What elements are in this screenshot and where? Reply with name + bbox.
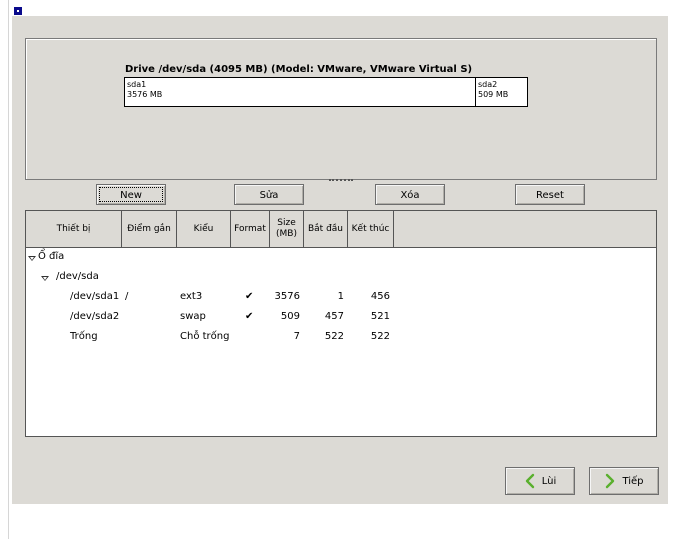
- cell-device: /dev/sda2: [70, 311, 120, 322]
- cell-start: 457: [324, 311, 344, 322]
- partition-panel: Drive /dev/sda (4095 MB) (Model: VMware,…: [12, 16, 668, 504]
- reset-button[interactable]: Reset: [515, 184, 585, 205]
- cell-device: /dev/sda1: [70, 291, 120, 302]
- chevron-left-icon: [525, 473, 534, 489]
- cell-device: Trống: [70, 331, 98, 342]
- drive-overview: [25, 38, 657, 180]
- new-button[interactable]: New: [96, 184, 166, 205]
- format-check-icon: ✔: [245, 311, 254, 322]
- expander-arrow-icon[interactable]: [28, 256, 36, 261]
- column-header-start[interactable]: Bắt đầu: [304, 211, 348, 247]
- column-header-size[interactable]: Size (MB): [270, 211, 304, 247]
- cell-mount: /: [125, 291, 129, 302]
- next-label: Tiếp: [622, 475, 644, 487]
- segment-name: sda1: [127, 80, 147, 89]
- expander-arrow-icon[interactable]: [41, 276, 49, 281]
- back-label: Lùi: [541, 475, 557, 487]
- column-header-format[interactable]: Format: [231, 211, 270, 247]
- cell-type: swap: [180, 311, 206, 322]
- tree-label: Ổ đĩa: [38, 251, 65, 262]
- column-header-type[interactable]: Kiểu: [177, 211, 231, 247]
- cell-end: 522: [370, 331, 390, 342]
- cell-size: 7: [293, 331, 300, 342]
- cell-size: 509: [280, 311, 300, 322]
- column-header-mount[interactable]: Điểm gắn: [122, 211, 177, 247]
- partition-segment-sda1[interactable]: sda1 3576 MB: [125, 78, 475, 106]
- cell-end: 456: [370, 291, 390, 302]
- cell-type: ext3: [180, 291, 203, 302]
- segment-size: 3576 MB: [127, 90, 163, 99]
- segment-name: sda2: [478, 80, 498, 89]
- cell-end: 521: [370, 311, 390, 322]
- table-row[interactable]: /dev/sda2 swap ✔ 509 457 521: [26, 308, 656, 328]
- partition-table[interactable]: Thiết bị Điểm gắn Kiểu Format Size (MB) …: [25, 210, 657, 437]
- pane-resize-handle[interactable]: [329, 179, 353, 184]
- drive-partition-bar: sda1 3576 MB sda2 509 MB: [124, 77, 528, 107]
- column-header-device[interactable]: Thiết bị: [26, 211, 122, 247]
- cell-size: 3576: [274, 291, 300, 302]
- format-check-icon: ✔: [245, 291, 254, 302]
- window-menu-icon[interactable]: [14, 7, 22, 15]
- next-button[interactable]: Tiếp: [589, 467, 659, 495]
- window-left-border: [8, 0, 9, 539]
- cell-start: 1: [337, 291, 344, 302]
- column-header-end[interactable]: Kết thúc: [348, 211, 394, 247]
- drive-title: Drive /dev/sda (4095 MB) (Model: VMware,…: [125, 64, 473, 75]
- segment-size: 509 MB: [478, 90, 509, 99]
- partition-segment-sda2[interactable]: sda2 509 MB: [475, 78, 526, 106]
- table-row[interactable]: /dev/sda1 / ext3 ✔ 3576 1 456: [26, 288, 656, 308]
- cell-start: 522: [324, 331, 344, 342]
- table-row[interactable]: Trống Chỗ trống 7 522 522: [26, 328, 656, 348]
- delete-button[interactable]: Xóa: [375, 184, 445, 205]
- cell-type: Chỗ trống: [180, 331, 230, 342]
- edit-button[interactable]: Sửa: [234, 184, 304, 205]
- back-button[interactable]: Lùi: [505, 467, 575, 495]
- table-header: Thiết bị Điểm gắn Kiểu Format Size (MB) …: [26, 211, 656, 248]
- tree-row-disk[interactable]: /dev/sda: [26, 268, 656, 288]
- tree-row-disks[interactable]: Ổ đĩa: [26, 248, 656, 268]
- tree-label: /dev/sda: [56, 271, 99, 282]
- chevron-right-icon: [606, 473, 615, 489]
